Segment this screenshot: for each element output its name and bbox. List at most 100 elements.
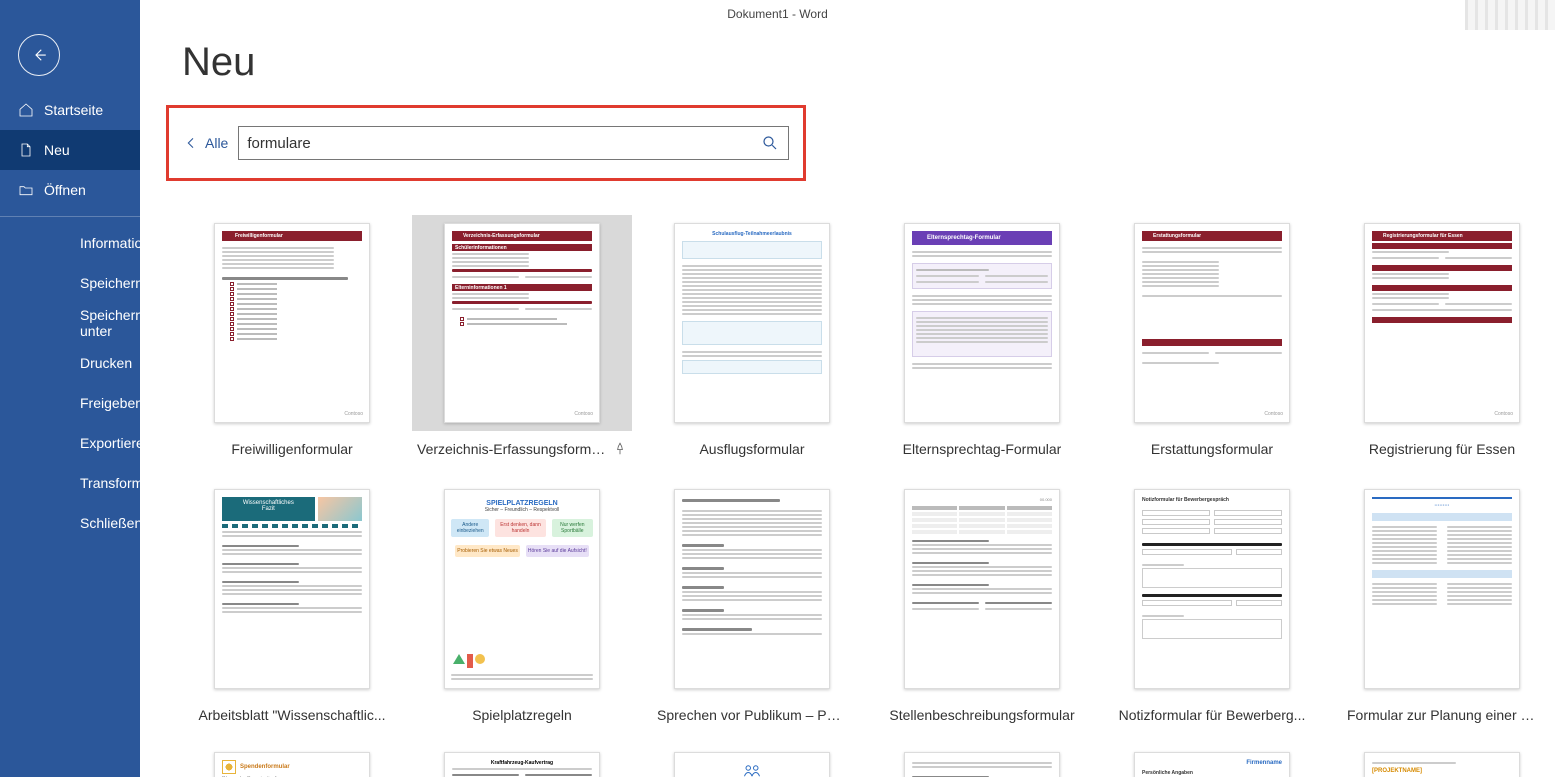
nav-print-label: Drucken [80, 355, 132, 371]
home-icon [18, 102, 34, 118]
arrow-left-icon [30, 46, 48, 64]
thumb-header: Erstattungsformular [1142, 231, 1282, 241]
template-personal[interactable]: Firmenname Persönliche Angaben [1102, 747, 1322, 777]
search-row-highlight: Alle [166, 105, 806, 181]
template-thumb: Schulausflug-Teilnahmeerlaubnis [642, 215, 862, 431]
template-caption: Formular zur Planung einer K... [1347, 707, 1537, 723]
template-search-input[interactable] [247, 135, 756, 152]
template-thumb: Registrierungsformular für Essen Contoso [1332, 215, 1552, 431]
backstage-sidebar: Startseite Neu Öffnen Informationen Spei… [0, 0, 140, 777]
template-thumb: Erstattungsformular Contoso [1102, 215, 1322, 431]
nav-divider [0, 216, 140, 217]
nav-transform[interactable]: Transformieren [40, 463, 140, 503]
nav-home[interactable]: Startseite [0, 90, 140, 130]
template-thumb: Elternsprechtag-Formular [872, 215, 1092, 431]
thumb-title: Kraftfahrzeug-Kaufvertrag [452, 760, 592, 766]
nav-new-label: Neu [44, 142, 70, 158]
people-icon [743, 764, 761, 777]
nav-share-label: Freigeben [80, 395, 143, 411]
nav-saveas-label: Speichern unter [80, 307, 143, 339]
template-caption: Spielplatzregeln [472, 707, 572, 723]
template-spenden[interactable]: Spendenformular [Name der Organisation] [182, 747, 402, 777]
template-caption: Sprechen vor Publikum – Par... [657, 707, 847, 723]
thumb-logo: Contoso [1264, 411, 1283, 417]
thumb-sub2: Elterninformationen 1 [452, 284, 592, 291]
template-search-box[interactable] [238, 126, 789, 160]
nav-save[interactable]: Speichern [40, 263, 140, 303]
nav-open[interactable]: Öffnen [0, 170, 140, 210]
search-filter-all-label: Alle [205, 135, 228, 151]
thumb-logo: Contoso [574, 411, 593, 417]
template-wissenschaft[interactable]: Wissenschaftliches Fazit [182, 481, 402, 723]
template-thumb: 00.000 [872, 481, 1092, 697]
thumb-title: Persönliche Angaben [1142, 770, 1282, 776]
template-ausflug[interactable]: Schulausflug-Teilnahmeerlaubnis Ausflugs… [642, 215, 862, 457]
template-thumb: Spendenformular [Name der Organisation] [182, 747, 402, 777]
template-essen[interactable]: Registrierungsformular für Essen Contoso… [1332, 215, 1552, 457]
search-filter-back[interactable]: Alle [183, 135, 228, 151]
thumb-title: SPIELPLATZREGELN [451, 500, 593, 507]
nav-info[interactable]: Informationen [40, 223, 140, 263]
thumb-title: Spendenformular [240, 764, 290, 770]
template-caption: Freiwilligenformular [231, 441, 352, 457]
template-row3-4[interactable] [872, 747, 1092, 777]
pin-icon[interactable] [613, 442, 627, 456]
template-caption: Elternsprechtag-Formular [903, 441, 1062, 457]
template-thumb: Notizformular für Bewerbergespräch [1102, 481, 1322, 697]
nav-home-label: Startseite [44, 102, 103, 118]
template-thumb: Konferenzprotokoll [642, 747, 862, 777]
template-thumb: Freiwilligenformular Contoso [182, 215, 402, 431]
template-publikum[interactable]: Sprechen vor Publikum – Par... [642, 481, 862, 723]
template-caption: Registrierung für Essen [1369, 441, 1515, 457]
template-freiwilligen[interactable]: Freiwilligenformular Contoso Freiwi [182, 215, 402, 457]
nav-share[interactable]: Freigeben [40, 383, 140, 423]
template-caption: Verzeichnis-Erfassungsformu... [417, 441, 607, 457]
window-title: Dokument1 - Word [727, 7, 827, 21]
template-erstattung[interactable]: Erstattungsformular Contoso Erstattungsf… [1102, 215, 1322, 457]
thumb-brand: Firmenname [1142, 760, 1282, 766]
template-thumb [642, 481, 862, 697]
nav-new[interactable]: Neu [0, 130, 140, 170]
thumb-header: Verzeichnis-Erfassungsformular [452, 231, 592, 241]
thumb-logo: Contoso [344, 411, 363, 417]
template-caption: Stellenbeschreibungsformular [889, 707, 1074, 723]
thumb-logo: Contoso [1494, 411, 1513, 417]
templates-grid-row3: Spendenformular [Name der Organisation] … [182, 747, 1555, 777]
template-thumb: SPIELPLATZREGELN Sicher – Freundlich – R… [412, 481, 632, 697]
nav-export[interactable]: Exportieren [40, 423, 140, 463]
template-caption: Erstattungsformular [1151, 441, 1273, 457]
back-button[interactable] [18, 34, 60, 76]
template-stelle[interactable]: 00.000 [872, 481, 1092, 723]
search-icon [761, 134, 779, 152]
folder-open-icon [18, 182, 34, 198]
template-caption: Arbeitsblatt "Wissenschaftlic... [198, 707, 385, 723]
template-bewerber[interactable]: Notizformular für Bewerbergespräch Notiz… [1102, 481, 1322, 723]
template-elternsprechtag[interactable]: Elternsprechtag-Formular [872, 215, 1092, 457]
page-title: Neu [182, 30, 1555, 85]
template-thumb: Wissenschaftliches Fazit [182, 481, 402, 697]
templates-grid-row2: Wissenschaftliches Fazit [182, 481, 1555, 723]
nav-close[interactable]: Schließen [40, 503, 140, 543]
nav-saveas[interactable]: Speichern unter [40, 303, 140, 343]
thumb-header: Freiwilligenformular [222, 231, 362, 241]
template-kaufvertrag[interactable]: Kraftfahrzeug-Kaufvertrag [412, 747, 632, 777]
template-thumb: ········· [1332, 481, 1552, 697]
nav-close-label: Schließen [80, 515, 142, 531]
template-konferenz[interactable]: Konferenzprotokoll [642, 747, 862, 777]
nav-open-label: Öffnen [44, 182, 86, 198]
window-decor [1465, 0, 1555, 30]
template-search-button[interactable] [756, 129, 784, 157]
template-caption: Ausflugsformular [699, 441, 804, 457]
arrow-left-icon [183, 135, 199, 151]
thumb-header: Registrierungsformular für Essen [1372, 231, 1512, 241]
template-planung[interactable]: ········· [1332, 481, 1552, 723]
template-thumb: Verzeichnis-Erfassungsformular Schülerin… [412, 215, 632, 431]
template-thumb: [PROJEKTNAME] [1332, 747, 1552, 777]
template-thumb: Kraftfahrzeug-Kaufvertrag [412, 747, 632, 777]
template-spielplatz[interactable]: SPIELPLATZREGELN Sicher – Freundlich – R… [412, 481, 632, 723]
titlebar: Dokument1 - Word [0, 0, 1555, 30]
document-icon [18, 142, 34, 158]
template-verzeichnis[interactable]: Verzeichnis-Erfassungsformular Schülerin… [412, 215, 632, 457]
template-projekt[interactable]: [PROJEKTNAME] [1332, 747, 1552, 777]
nav-print[interactable]: Drucken [40, 343, 140, 383]
